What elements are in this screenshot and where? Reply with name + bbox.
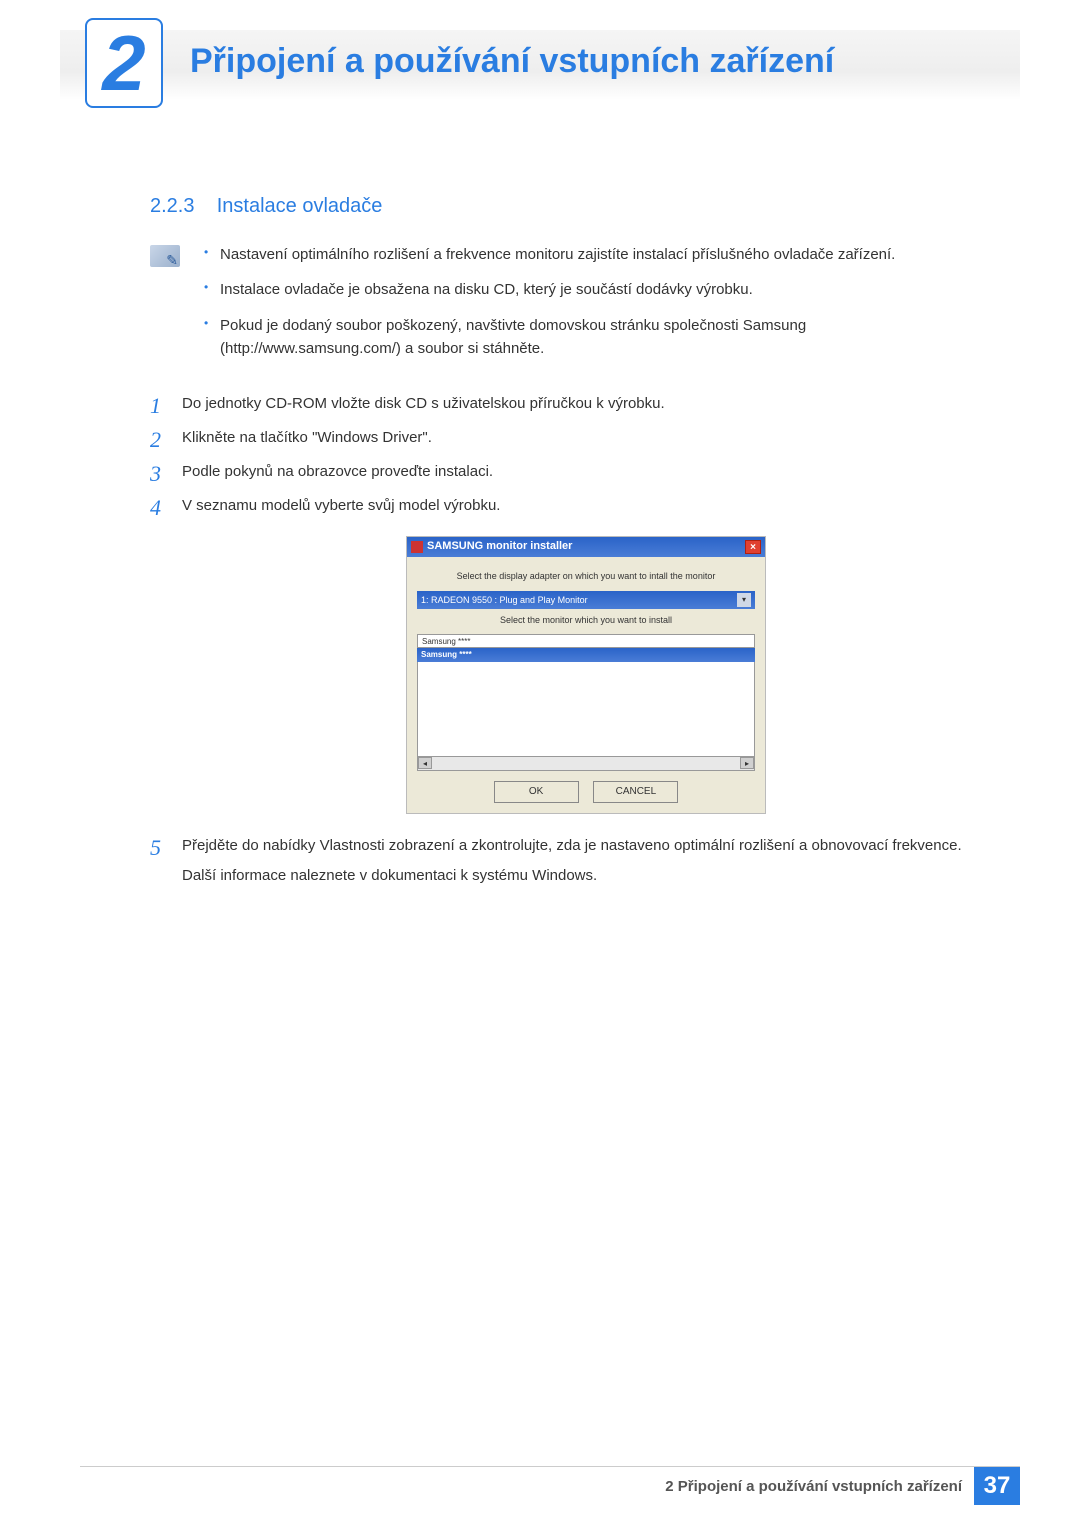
- note-block: Nastavení optimálního rozlišení a frekve…: [150, 243, 990, 372]
- close-icon[interactable]: ×: [745, 540, 761, 554]
- step-text: Podle pokynů na obrazovce proveďte insta…: [182, 463, 493, 480]
- chapter-badge: 2: [85, 18, 163, 108]
- note-icon: [150, 245, 180, 267]
- note-item: Instalace ovladače je obsažena na disku …: [198, 278, 990, 301]
- step-extra-text: Další informace naleznete v dokumentaci …: [182, 864, 990, 888]
- section-heading: 2.2.3 Instalace ovladače: [150, 195, 990, 218]
- monitor-list-header: Samsung ****: [417, 634, 755, 648]
- installer-titlebar: SAMSUNG monitor installer ×: [407, 537, 765, 557]
- installer-body: Select the display adapter on which you …: [407, 557, 765, 813]
- step-number: 3: [150, 456, 161, 491]
- step-item: 3 Podle pokynů na obrazovce proveďte ins…: [150, 460, 990, 484]
- step-text: Do jednotky CD-ROM vložte disk CD s uživ…: [182, 395, 665, 412]
- step-item: 1 Do jednotky CD-ROM vložte disk CD s už…: [150, 392, 990, 416]
- page-number: 37: [974, 1467, 1020, 1505]
- ok-button[interactable]: OK: [494, 781, 579, 803]
- adapter-dropdown[interactable]: 1: RADEON 9550 : Plug and Play Monitor ▾: [417, 591, 755, 609]
- step-text: Přejděte do nabídky Vlastnosti zobrazení…: [182, 837, 962, 854]
- scroll-right-icon[interactable]: ▸: [740, 757, 754, 769]
- step-number: 5: [150, 830, 161, 865]
- step-number: 2: [150, 422, 161, 457]
- page-footer: 2 Připojení a používání vstupních zaříze…: [665, 1467, 1020, 1505]
- installer-prompt-adapter: Select the display adapter on which you …: [417, 569, 755, 583]
- monitor-list-body[interactable]: [417, 662, 755, 757]
- step-number: 4: [150, 490, 161, 525]
- adapter-selected: 1: RADEON 9550 : Plug and Play Monitor: [421, 593, 588, 607]
- chapter-number: 2: [102, 24, 145, 102]
- step-item: 4 V seznamu modelů vyberte svůj model vý…: [150, 494, 990, 814]
- chapter-title: Připojení a používání vstupních zařízení: [190, 42, 834, 81]
- installer-title: SAMSUNG monitor installer: [427, 538, 572, 556]
- note-item: Nastavení optimálního rozlišení a frekve…: [198, 243, 990, 266]
- installer-prompt-monitor: Select the monitor which you want to ins…: [417, 613, 755, 627]
- step-text: Klikněte na tlačítko "Windows Driver".: [182, 429, 432, 446]
- scroll-left-icon[interactable]: ◂: [418, 757, 432, 769]
- note-list: Nastavení optimálního rozlišení a frekve…: [198, 243, 990, 372]
- section-number: 2.2.3: [150, 195, 194, 217]
- note-item: Pokud je dodaný soubor poškozený, navšti…: [198, 314, 990, 361]
- installer-dialog: SAMSUNG monitor installer × Select the d…: [406, 536, 766, 814]
- step-number: 1: [150, 388, 161, 423]
- monitor-list-selected[interactable]: Samsung ****: [417, 648, 755, 662]
- step-item: 2 Klikněte na tlačítko "Windows Driver".: [150, 426, 990, 450]
- step-text: V seznamu modelů vyberte svůj model výro…: [182, 497, 500, 514]
- app-icon: [411, 541, 423, 553]
- cancel-button[interactable]: CANCEL: [593, 781, 678, 803]
- step-item: 5 Přejděte do nabídky Vlastnosti zobraze…: [150, 834, 990, 888]
- installer-buttons: OK CANCEL: [417, 781, 755, 803]
- chevron-down-icon[interactable]: ▾: [737, 593, 751, 607]
- h-scrollbar[interactable]: ◂ ▸: [417, 757, 755, 771]
- content-area: 2.2.3 Instalace ovladače Nastavení optim…: [150, 195, 990, 898]
- steps-list: 1 Do jednotky CD-ROM vložte disk CD s už…: [150, 392, 990, 888]
- footer-chapter-label: 2 Připojení a používání vstupních zaříze…: [665, 1478, 974, 1495]
- section-title: Instalace ovladače: [217, 195, 383, 217]
